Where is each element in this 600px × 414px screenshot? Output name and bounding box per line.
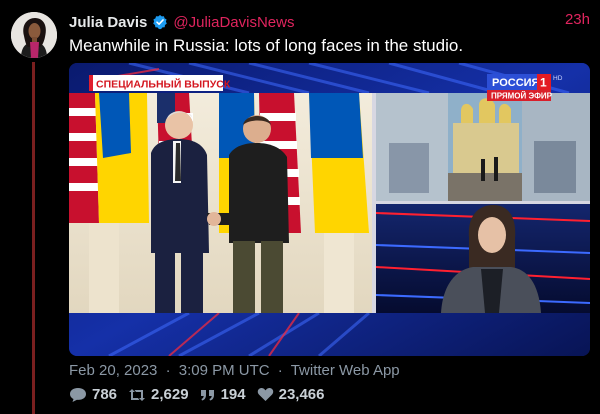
like-icon [257,387,274,402]
avatar[interactable] [11,12,57,58]
tweet-time[interactable]: 3:09 PM UTC [179,362,270,379]
like-count: 23,466 [278,386,325,403]
verified-badge-icon [152,14,168,30]
display-name[interactable]: Julia Davis [69,14,147,31]
reply-button[interactable]: 786 [69,386,117,403]
tweet-text: Meanwhile in Russia: lots of long faces … [69,36,464,55]
tweet: Julia Davis @JuliaDavisNews 23h Meanwhil… [0,0,600,414]
tweet-time-ago[interactable]: 23h [565,11,590,28]
quote-button[interactable]: 194 [200,386,246,403]
broadcast-banner: СПЕЦИАЛЬНЫЙ ВЫПУСК [96,78,231,91]
quote-count: 194 [220,386,246,403]
reply-icon [69,387,87,403]
like-button[interactable]: 23,466 [257,386,325,403]
channel-logo-name: РОССИЯ [492,77,540,89]
tweet-source[interactable]: Twitter Web App [291,362,400,379]
thread-line [32,62,35,414]
reply-count: 786 [92,386,118,403]
tweet-actions: 786 2,629 194 23,466 [69,386,336,403]
meta-separator: · [277,362,283,379]
channel-logo-number: 1 [540,76,547,90]
live-label: ПРЯМОЙ ЭФИР [491,92,553,101]
user-handle[interactable]: @JuliaDavisNews [173,14,294,31]
meta-separator: · [165,362,171,379]
tweet-date[interactable]: Feb 20, 2023 [69,362,157,379]
retweet-count: 2,629 [151,386,189,403]
avatar-image [11,12,57,58]
retweet-button[interactable]: 2,629 [128,386,189,403]
tweet-meta: Feb 20, 2023 · 3:09 PM UTC · Twitter Web… [69,362,404,379]
tweet-media-image[interactable]: СПЕЦИАЛЬНЫЙ ВЫПУСК РОССИЯ 1 HD ПРЯМОЙ ЭФ… [69,63,590,356]
quote-icon [200,388,216,402]
retweet-icon [128,387,146,403]
tweet-header: Julia Davis @JuliaDavisNews [69,11,590,33]
channel-logo-hd: HD [553,75,563,82]
